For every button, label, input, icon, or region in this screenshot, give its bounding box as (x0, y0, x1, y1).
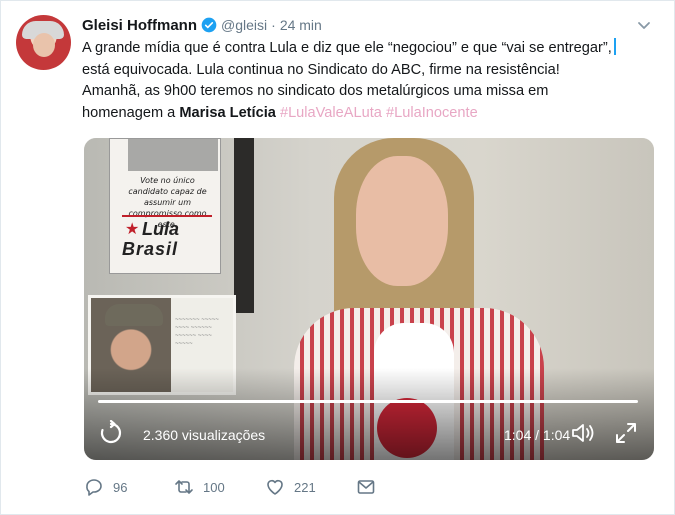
video-duration: 1:04 / 1:04 (504, 427, 571, 443)
tweet-header: Gleisi Hoffmann @gleisi · 24 min (82, 15, 322, 35)
fullscreen-icon[interactable] (614, 421, 638, 445)
volume-icon[interactable] (570, 421, 596, 445)
photo-hat (105, 304, 163, 326)
envelope-icon (357, 480, 375, 494)
retweet-count: 100 (203, 479, 225, 495)
reply-count: 96 (113, 479, 128, 495)
poster-logo-brasil: Brasil (122, 239, 179, 259)
tweet-text-line: A grande mídia que é contra Lula e diz q… (82, 38, 667, 60)
tweet-text: A grande mídia que é contra Lula e diz q… (82, 38, 667, 124)
photo-handwriting: ~~~~~~~ ~~~~~ ~~~~ ~~~~~~ ~~~~~~ ~~~~ ~~~~~ (175, 317, 219, 347)
hashtag-link[interactable]: #LulaInocente (386, 105, 478, 121)
star-icon: ★ (125, 221, 140, 238)
reply-icon (86, 479, 102, 496)
separator-dot: · (271, 17, 276, 33)
tweet-card: Gleisi Hoffmann @gleisi · 24 min A grand… (0, 0, 675, 515)
tweet-text-line: está equivocada. Lula continua no Sindic… (82, 61, 560, 78)
avatar-face (33, 33, 55, 57)
heart-icon (267, 479, 283, 495)
poster-photo (128, 139, 218, 171)
chevron-down-icon[interactable] (636, 17, 652, 33)
tweet-text-segment: A grande mídia que é contra Lula e diz q… (82, 40, 612, 56)
retweet-icon (175, 480, 193, 494)
video-view-count: 2.360 visualizações (143, 427, 266, 443)
replay-icon[interactable] (98, 420, 124, 446)
video-progress-bar[interactable] (98, 400, 638, 403)
like-button[interactable]: 221 (265, 475, 316, 499)
text-cursor (613, 38, 616, 55)
direct-message-button[interactable] (356, 475, 376, 499)
video-person-face (356, 156, 448, 286)
tweet-text-line: Amanhã, as 9h00 teremos no sindicato dos… (82, 83, 549, 99)
retweet-button[interactable]: 100 (174, 475, 225, 499)
avatar[interactable] (16, 15, 71, 70)
video-player[interactable]: Vote no único candidato capaz de assumir… (84, 138, 654, 460)
hashtag-link[interactable]: #LulaValeALuta (280, 105, 382, 121)
tweet-text-line: homenagem a Marisa Letícia #LulaValeALut… (82, 103, 667, 125)
bold-name: Marisa Letícia (179, 104, 276, 121)
video-controls-overlay (84, 368, 654, 460)
reply-button[interactable]: 96 (84, 475, 127, 499)
video-poster: Vote no único candidato capaz de assumir… (109, 138, 221, 274)
tweet-timestamp[interactable]: 24 min (280, 17, 322, 33)
video-door-frame (234, 138, 254, 313)
poster-rule (122, 215, 212, 217)
verified-badge-icon (201, 17, 217, 33)
author-name[interactable]: Gleisi Hoffmann (82, 17, 197, 34)
author-handle[interactable]: @gleisi (221, 17, 267, 33)
like-count: 221 (294, 479, 316, 495)
tweet-text-segment: homenagem a (82, 104, 180, 121)
poster-logo-lula: Lula (142, 219, 180, 239)
